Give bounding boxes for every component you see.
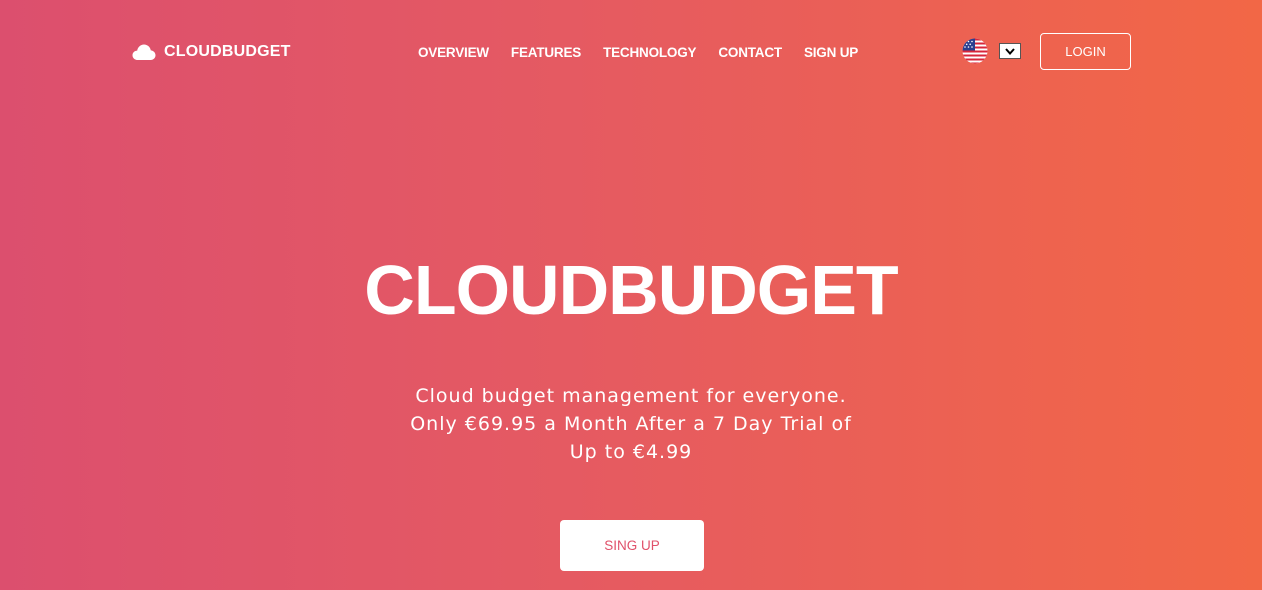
cloud-icon bbox=[132, 44, 156, 60]
nav-sign-up[interactable]: SIGN UP bbox=[804, 45, 858, 60]
chevron-down-icon bbox=[1005, 47, 1015, 55]
login-button[interactable]: LOGIN bbox=[1040, 33, 1131, 70]
nav-overview[interactable]: OVERVIEW bbox=[418, 45, 489, 60]
main-nav: OVERVIEW FEATURES TECHNOLOGY CONTACT SIG… bbox=[418, 42, 858, 62]
us-flag-icon[interactable] bbox=[961, 38, 989, 64]
hero-title: CLOUDBUDGET bbox=[364, 251, 898, 329]
sign-up-button[interactable]: SING UP bbox=[560, 520, 704, 571]
brand-name: CLOUDBUDGET bbox=[164, 43, 291, 60]
nav-features[interactable]: FEATURES bbox=[511, 45, 581, 60]
nav-technology[interactable]: TECHNOLOGY bbox=[603, 45, 696, 60]
site-header: CLOUDBUDGET OVERVIEW FEATURES TECHNOLOGY… bbox=[0, 0, 1262, 104]
language-selector bbox=[961, 38, 1021, 64]
brand-logo[interactable]: CLOUDBUDGET bbox=[132, 40, 291, 64]
hero-subtitle: Cloud budget management for everyone. On… bbox=[410, 385, 852, 463]
nav-contact[interactable]: CONTACT bbox=[718, 45, 782, 60]
language-dropdown[interactable] bbox=[999, 43, 1021, 59]
